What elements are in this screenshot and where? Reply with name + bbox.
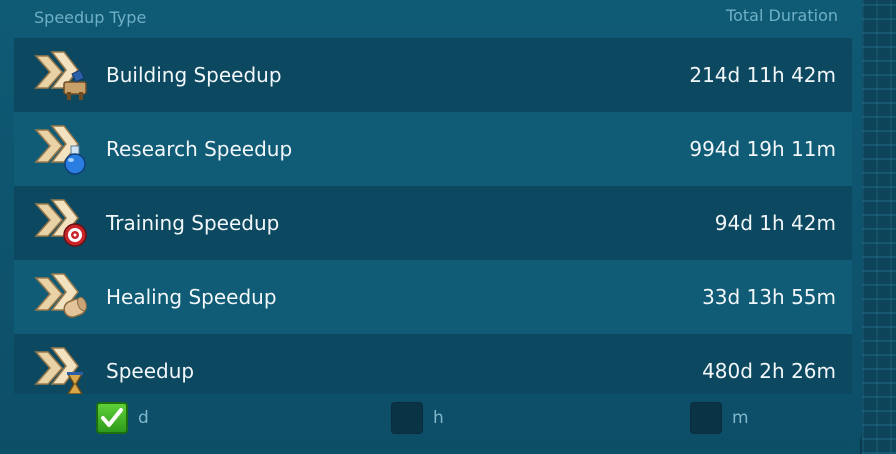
row-label: Training Speedup [106, 211, 280, 235]
healing-speedup-icon [34, 270, 90, 326]
row-duration: 994d 19h 11m [689, 137, 836, 161]
unit-option-hours[interactable]: h [391, 402, 444, 434]
minutes-checkbox[interactable] [690, 402, 722, 434]
training-speedup-icon [34, 196, 90, 252]
minutes-label: m [732, 408, 749, 428]
research-speedup-icon [34, 122, 90, 178]
decorative-border [860, 0, 896, 454]
speedup-row-universal: Speedup 480d 2h 26m [14, 334, 852, 394]
speedup-panel: Speedup Type Total Duration Building Spe… [0, 0, 862, 448]
row-duration: 214d 11h 42m [689, 63, 836, 87]
days-checkbox[interactable] [96, 402, 128, 434]
speedup-row-building: Building Speedup 214d 11h 42m [14, 38, 852, 112]
hours-label: h [433, 408, 444, 428]
row-duration: 94d 1h 42m [714, 211, 836, 235]
building-speedup-icon [34, 48, 90, 104]
row-duration: 33d 13h 55m [702, 285, 836, 309]
unit-filter-bar: d h m [0, 396, 862, 446]
table-header: Speedup Type Total Duration [0, 0, 862, 36]
column-header-duration: Total Duration [726, 6, 838, 25]
days-label: d [138, 408, 149, 428]
speedup-window: Speedup Type Total Duration Building Spe… [0, 0, 896, 454]
row-label: Speedup [106, 359, 195, 383]
row-label: Healing Speedup [106, 285, 277, 309]
row-label: Research Speedup [106, 137, 293, 161]
row-label: Building Speedup [106, 63, 282, 87]
column-header-type: Speedup Type [34, 8, 147, 27]
universal-speedup-icon [34, 344, 90, 394]
speedup-row-research: Research Speedup 994d 19h 11m [14, 112, 852, 186]
unit-option-minutes[interactable]: m [690, 402, 749, 434]
speedup-row-training: Training Speedup 94d 1h 42m [14, 186, 852, 260]
speedup-row-healing: Healing Speedup 33d 13h 55m [14, 260, 852, 334]
speedup-list[interactable]: Building Speedup 214d 11h 42m Research S… [14, 38, 852, 394]
hours-checkbox[interactable] [391, 402, 423, 434]
checkmark-icon [101, 408, 123, 427]
row-duration: 480d 2h 26m [702, 359, 836, 383]
unit-option-days[interactable]: d [96, 402, 149, 434]
